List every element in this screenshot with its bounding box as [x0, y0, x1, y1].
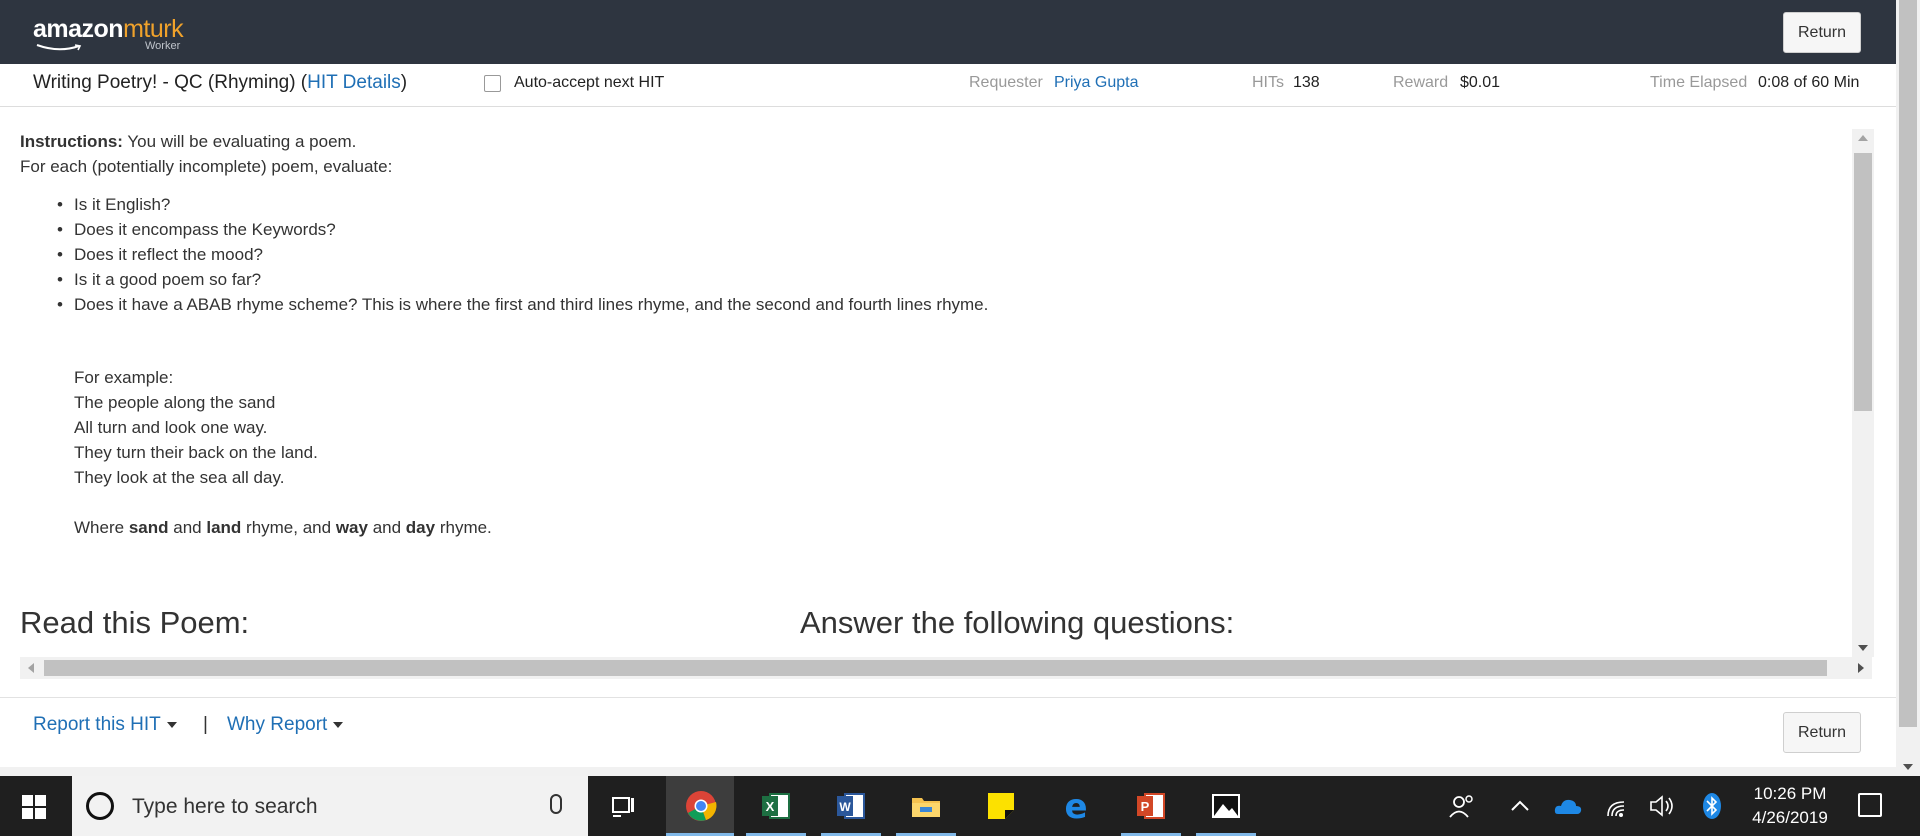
logo-mturk-text: mturk: [123, 15, 184, 43]
powerpoint-icon[interactable]: P: [1135, 790, 1167, 822]
svg-text:X: X: [766, 799, 775, 814]
scroll-thumb[interactable]: [44, 660, 1827, 676]
instructions-line1: You will be evaluating a poem.: [127, 132, 357, 151]
hit-title-text: Writing Poetry! - QC (Rhyming): [33, 72, 296, 93]
svg-text:e: e: [1064, 790, 1087, 822]
requester-name-link[interactable]: Priya Gupta: [1054, 74, 1138, 92]
scroll-right-arrow-icon[interactable]: [1858, 663, 1864, 673]
criteria-list: Is it English? Does it encompass the Key…: [57, 192, 988, 317]
return-button-bottom[interactable]: Return: [1783, 712, 1861, 753]
scroll-thumb[interactable]: [1854, 153, 1872, 411]
taskbar-search-box[interactable]: Type here to search: [72, 776, 588, 836]
logo-amazon-text: amazon: [33, 15, 124, 43]
rhyme-example: For example: The people along the sand A…: [74, 340, 492, 540]
hit-content-frame: Instructions: You will be evaluating a p…: [0, 107, 1896, 697]
list-item: Is it English?: [57, 192, 988, 217]
hit-title: Writing Poetry! - QC (Rhyming) (HIT Deta…: [33, 72, 408, 93]
example-line: All turn and look one way.: [74, 418, 268, 437]
questions-section-heading: Answer the following questions:: [800, 605, 1235, 640]
report-hit-dropdown[interactable]: Report this HIT: [33, 714, 177, 736]
list-item: Is it a good poem so far?: [57, 267, 988, 292]
clock-time: 10:26 PM: [1753, 784, 1827, 803]
windows-taskbar: Type here to search X W e P 10:26 PM 4/2…: [0, 776, 1920, 836]
content-vertical-scrollbar[interactable]: [1852, 129, 1874, 657]
list-item: Does it have a ABAB rhyme scheme? This i…: [57, 292, 988, 317]
bluetooth-icon[interactable]: [1696, 790, 1728, 822]
excel-icon[interactable]: X: [760, 790, 792, 822]
svg-text:P: P: [1141, 799, 1150, 814]
instructions-line2: For each (potentially incomplete) poem, …: [20, 157, 393, 176]
onedrive-icon[interactable]: [1552, 790, 1584, 822]
file-explorer-icon[interactable]: [910, 790, 942, 822]
list-item: Does it reflect the mood?: [57, 242, 988, 267]
top-navbar: amazonmturk Worker Return: [0, 0, 1896, 64]
svg-text:W: W: [839, 800, 851, 814]
chrome-icon[interactable]: [685, 790, 717, 822]
mturk-logo[interactable]: amazonmturk Worker: [33, 15, 184, 52]
scroll-up-arrow-icon[interactable]: [1858, 135, 1868, 141]
notification-icon[interactable]: [1858, 793, 1882, 817]
hits-label: HITs: [1252, 74, 1284, 91]
sticky-notes-icon[interactable]: [985, 790, 1017, 822]
amazon-smile-icon: [36, 44, 82, 51]
auto-accept-checkbox[interactable]: [484, 75, 501, 92]
poem-section-heading: Read this Poem:: [20, 605, 250, 640]
example-line: They look at the sea all day.: [74, 468, 285, 487]
hit-content: Instructions: You will be evaluating a p…: [20, 107, 1850, 655]
chevron-up-icon[interactable]: [1504, 790, 1536, 822]
scroll-thumb[interactable]: [1899, 0, 1917, 727]
hit-footer: Report this HIT | Why Report Return: [0, 697, 1896, 767]
report-hit-label: Report this HIT: [33, 714, 161, 735]
edge-icon[interactable]: e: [1060, 790, 1092, 822]
instructions-intro: Instructions: You will be evaluating a p…: [20, 129, 392, 179]
footer-separator: |: [203, 714, 208, 735]
clock-date: 4/26/2019: [1752, 808, 1828, 827]
example-heading: For example:: [74, 368, 174, 387]
hits-value: 138: [1293, 74, 1320, 91]
volume-icon[interactable]: [1646, 790, 1678, 822]
why-report-dropdown[interactable]: Why Report: [227, 714, 344, 736]
logo-worker-text: Worker: [145, 40, 181, 52]
requester-label: Requester: [969, 74, 1043, 91]
example-line: They turn their back on the land.: [74, 443, 318, 462]
content-horizontal-scrollbar[interactable]: [20, 657, 1872, 679]
page-bottom-strip: [0, 767, 1896, 776]
scroll-down-arrow-icon[interactable]: [1858, 645, 1868, 651]
scroll-left-arrow-icon[interactable]: [28, 663, 34, 673]
return-button-top[interactable]: Return: [1783, 12, 1861, 53]
time-elapsed-label: Time Elapsed: [1650, 74, 1748, 91]
windows-start-icon[interactable]: [22, 795, 46, 819]
rhyme-note: Where sand and land rhyme, and way and d…: [74, 518, 492, 537]
taskbar-clock[interactable]: 10:26 PM 4/26/2019: [1735, 782, 1845, 830]
word-icon[interactable]: W: [835, 790, 867, 822]
reward-label: Reward: [1393, 74, 1449, 91]
time-elapsed-value: 0:08 of 60 Min: [1758, 74, 1860, 91]
people-icon[interactable]: [1446, 790, 1478, 822]
list-item: Does it encompass the Keywords?: [57, 217, 988, 242]
task-view-icon[interactable]: [609, 790, 641, 822]
scroll-down-arrow-icon[interactable]: [1903, 764, 1913, 770]
hit-info-bar: Writing Poetry! - QC (Rhyming) (HIT Deta…: [0, 64, 1896, 107]
taskbar-search-input[interactable]: Type here to search: [132, 795, 318, 819]
why-report-label: Why Report: [227, 714, 328, 735]
hit-details-link[interactable]: HIT Details: [307, 72, 401, 93]
caret-down-icon: [166, 721, 177, 728]
reward-value: $0.01: [1460, 74, 1501, 91]
wifi-icon[interactable]: [1602, 790, 1634, 822]
example-line: The people along the sand: [74, 393, 276, 412]
page-vertical-scrollbar[interactable]: [1896, 0, 1920, 776]
photos-icon[interactable]: [1210, 790, 1242, 822]
cortana-icon[interactable]: [86, 792, 114, 820]
instructions-heading: Instructions:: [20, 132, 123, 151]
microphone-icon[interactable]: [550, 794, 562, 814]
auto-accept-label[interactable]: Auto-accept next HIT: [514, 74, 664, 92]
caret-down-icon: [333, 721, 344, 728]
